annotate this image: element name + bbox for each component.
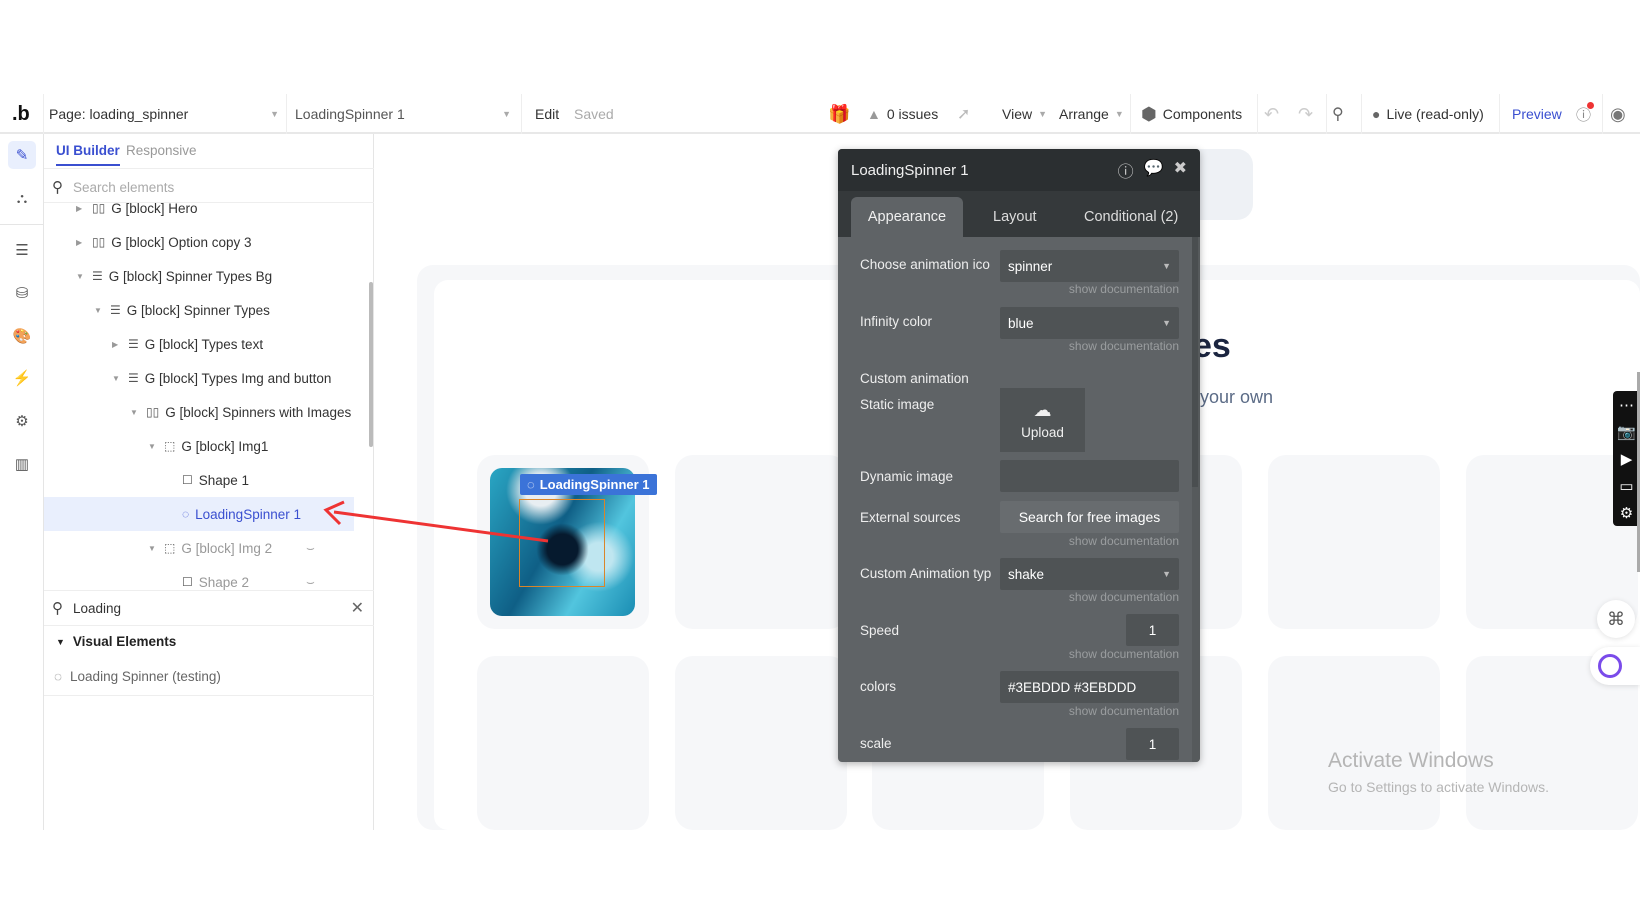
chevron-down-icon: ▼: [1162, 261, 1171, 271]
scale-label: scale: [860, 736, 892, 751]
infinity-color-dropdown[interactable]: blue ▼: [1000, 307, 1179, 339]
show-documentation-link[interactable]: show documentation: [1069, 282, 1179, 296]
comment-icon[interactable]: 💬: [1144, 158, 1164, 182]
colors-label: colors: [860, 679, 897, 694]
panel-scrollbar[interactable]: [1192, 237, 1200, 762]
static-image-label: Static image: [860, 397, 935, 412]
infinity-color-label: Infinity color: [860, 314, 933, 329]
tab-conditional[interactable]: Conditional (2): [1084, 197, 1178, 237]
custom-animation-type-dropdown[interactable]: shake ▼: [1000, 558, 1179, 590]
show-documentation-link[interactable]: show documentation: [1069, 339, 1179, 353]
speed-label: Speed: [860, 623, 900, 638]
animation-icon-label: Choose animation ico: [860, 257, 990, 272]
search-free-images-button[interactable]: Search for free images: [1000, 501, 1179, 533]
tab-layout[interactable]: Layout: [993, 197, 1037, 237]
show-documentation-link[interactable]: show documentation: [1069, 647, 1179, 661]
show-documentation-link[interactable]: show documentation: [1069, 704, 1179, 718]
dropdown-value: blue: [1008, 315, 1034, 331]
upload-button[interactable]: ☁ Upload: [1000, 388, 1085, 452]
upload-label: Upload: [1021, 425, 1064, 440]
panel-header[interactable]: LoadingSpinner 1 ⓘ 💬 ✖: [838, 149, 1200, 191]
dropdown-value: shake: [1008, 566, 1045, 582]
speed-input[interactable]: 1: [1126, 614, 1179, 646]
scale-input[interactable]: 1: [1126, 728, 1179, 760]
dynamic-image-label: Dynamic image: [860, 469, 954, 484]
show-documentation-link[interactable]: show documentation: [1069, 590, 1179, 604]
chevron-down-icon: ▼: [1162, 569, 1171, 579]
property-editor: LoadingSpinner 1 ⓘ 💬 ✖ Appearance Layout Co…: [838, 149, 1200, 762]
panel-tabs: Appearance Layout Conditional (2): [838, 191, 1200, 237]
dynamic-image-input[interactable]: [1000, 460, 1179, 492]
show-documentation-link[interactable]: show documentation: [1069, 534, 1179, 548]
custom-animation-type-label: Custom Animation typ: [860, 566, 992, 581]
animation-icon-dropdown[interactable]: spinner ▼: [1000, 250, 1179, 282]
annotation-arrow: [323, 500, 549, 543]
dropdown-value: spinner: [1008, 258, 1053, 274]
cloud-upload-icon: ☁: [1033, 400, 1052, 420]
close-icon[interactable]: ✖: [1174, 158, 1187, 182]
info-icon[interactable]: ⓘ: [1118, 158, 1134, 182]
chevron-down-icon: ▼: [1162, 318, 1171, 328]
tab-appearance[interactable]: Appearance: [851, 197, 963, 237]
colors-input[interactable]: #3EBDDD #3EBDDD: [1000, 671, 1179, 703]
external-sources-label: External sources: [860, 510, 961, 525]
custom-animation-label: Custom animation: [860, 371, 969, 386]
panel-title: LoadingSpinner 1: [851, 161, 969, 179]
